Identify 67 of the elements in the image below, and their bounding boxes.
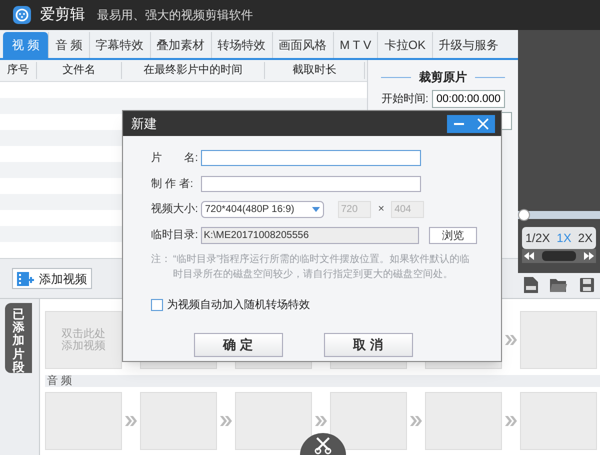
scissors-button[interactable] (300, 433, 346, 455)
clip-slot[interactable] (520, 392, 597, 450)
clip-slot[interactable] (425, 392, 502, 450)
audio-track-label: 音 频 (45, 375, 600, 387)
tab[interactable]: 字幕特效 (88, 32, 150, 58)
save-icon[interactable] (580, 278, 594, 292)
clip-slot[interactable] (45, 392, 122, 450)
tab[interactable]: 画面风格 (272, 32, 333, 58)
chevron-icon (124, 416, 138, 426)
column-header[interactable]: 在最终影片中的时间 (122, 62, 265, 79)
tab[interactable]: M T V (332, 32, 378, 58)
note-text: “临时目录”指程序运行所需的临时文件摆放位置。如果软件默认的临时目录所在的磁盘空间较少，请自行指定到更大的磁盘空间处。 (173, 252, 471, 282)
tab[interactable]: 视 频 (3, 32, 48, 58)
field-label: 制 作 者: (151, 176, 194, 192)
note-label: 注： (151, 252, 172, 267)
field-label: 开始时间: (381, 92, 428, 107)
ok-button[interactable]: 确 定 (194, 332, 282, 356)
document-icon[interactable] (524, 277, 538, 294)
tab[interactable]: 音 频 (48, 32, 89, 58)
slider-thumb[interactable] (518, 209, 530, 222)
column-header[interactable]: 截取时长 (265, 62, 365, 79)
tab[interactable]: 卡拉OK (377, 32, 432, 58)
cancel-button[interactable]: 取 消 (324, 332, 412, 356)
times-sign: × (378, 202, 384, 218)
speed-option[interactable]: 2X (578, 229, 593, 247)
chevron-icon (504, 416, 518, 426)
chevron-icon (409, 416, 423, 426)
input-field[interactable] (201, 150, 421, 166)
fast-forward-icon[interactable] (584, 252, 594, 260)
input-field[interactable] (201, 176, 421, 192)
field-label: 视频大小: (151, 202, 199, 218)
dialog-title: 新建 (131, 114, 157, 133)
tab[interactable]: 转场特效 (210, 32, 272, 58)
field-label: 片 名: (151, 151, 199, 166)
clip-slot[interactable] (235, 392, 312, 450)
close-icon[interactable] (477, 118, 489, 130)
chevron-icon (219, 416, 233, 426)
app-logo-icon (12, 5, 32, 25)
size-dropdown[interactable]: 720*404(480P 16:9) (201, 201, 324, 218)
speed-dial[interactable] (542, 250, 576, 261)
clips-tab[interactable]: 已添加片段 (5, 303, 32, 373)
tab[interactable]: 叠加素材 (150, 32, 211, 58)
chevron-icon (504, 335, 518, 345)
clip-slot[interactable] (140, 392, 217, 450)
checkbox-label: 为视频自动加入随机转场特效 (167, 298, 310, 313)
clip-slot[interactable] (330, 392, 407, 450)
field-label: 临时目录: (151, 228, 199, 244)
film-plus-icon (17, 272, 35, 286)
caret-icon (312, 207, 320, 212)
time-field[interactable]: 00:00:00.000 (432, 90, 505, 108)
chevron-icon (314, 416, 328, 426)
speed-option[interactable]: 1/2X (525, 229, 550, 247)
checkbox[interactable] (151, 299, 163, 312)
directory-field[interactable]: K:\ME20171008205556 (200, 227, 420, 244)
panel-title: 裁剪原片 (419, 69, 467, 86)
column-header[interactable]: 序号 (0, 62, 37, 79)
add-video-button[interactable]: 添加视频 (12, 268, 92, 289)
tab[interactable]: 升级与服务 (432, 32, 505, 58)
folder-icon[interactable] (550, 278, 568, 292)
browse-button[interactable]: 浏览 (429, 227, 477, 244)
app-tagline: 最易用、强大的视频剪辑软件 (97, 7, 253, 24)
clip-slot[interactable] (520, 311, 597, 369)
slot-hint: 添加视频 (62, 340, 106, 352)
column-header[interactable]: 文件名 (37, 62, 122, 79)
rewind-icon[interactable] (524, 252, 534, 260)
app-title: 爱剪辑 (40, 4, 85, 25)
slot-hint: 双击此处 (62, 328, 106, 340)
